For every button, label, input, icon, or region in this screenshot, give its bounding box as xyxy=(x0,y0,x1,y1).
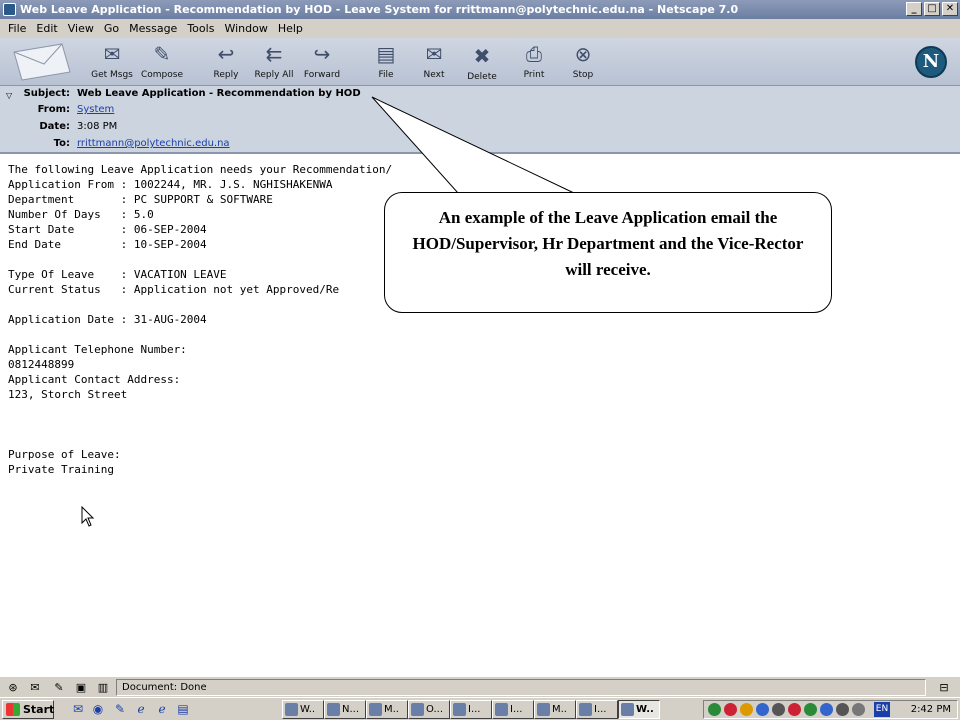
annotation-callout: An example of the Leave Application emai… xyxy=(384,192,832,313)
netscape-mail-window: Web Leave Application - Recommendation b… xyxy=(0,0,960,720)
callout-text: An example of the Leave Application emai… xyxy=(412,208,804,279)
mouse-cursor-icon xyxy=(81,506,95,527)
callout-pointer xyxy=(371,96,575,194)
